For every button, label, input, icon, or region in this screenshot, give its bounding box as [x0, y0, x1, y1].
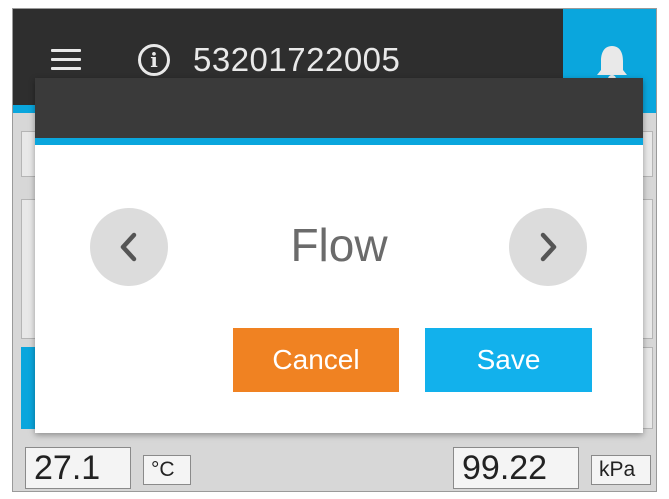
device-id: 53201722005 [193, 41, 401, 78]
info-icon[interactable]: i [138, 44, 170, 76]
dialog-header [35, 78, 643, 138]
next-option-button[interactable] [509, 208, 587, 286]
selected-option-label: Flow [290, 219, 388, 271]
dialog-accent-strip [35, 138, 643, 145]
temperature-unit: °C [143, 455, 191, 485]
chevron-right-icon [540, 232, 557, 262]
menu-icon[interactable] [51, 49, 81, 71]
selection-dialog: Flow Cancel Save [35, 78, 643, 433]
previous-option-button[interactable] [90, 208, 168, 286]
pressure-value: 99.22 [453, 447, 579, 489]
temperature-value: 27.1 [25, 447, 131, 489]
cancel-button[interactable]: Cancel [233, 328, 399, 392]
bell-icon [597, 46, 627, 83]
save-button[interactable]: Save [425, 328, 592, 392]
chevron-left-icon [120, 232, 137, 262]
pressure-unit: kPa [591, 455, 651, 485]
